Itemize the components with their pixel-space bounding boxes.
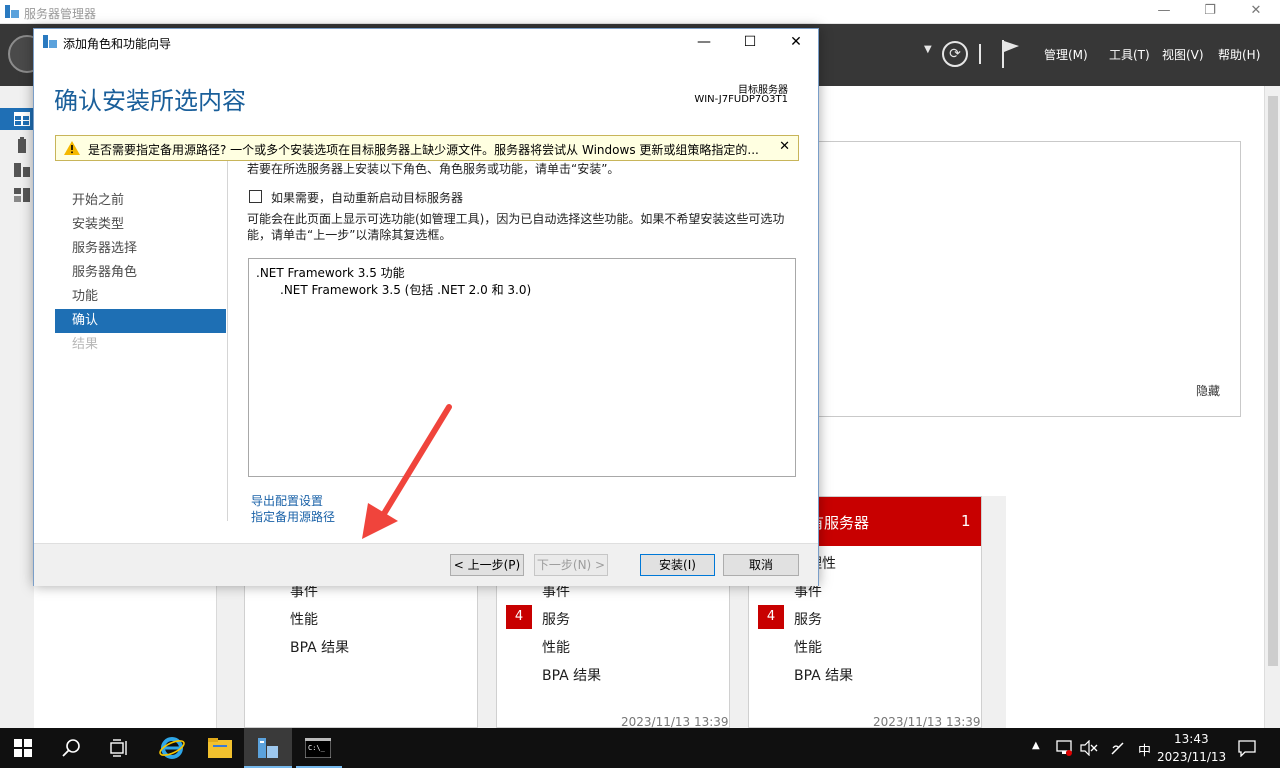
install-button[interactable]: 安装(I) xyxy=(640,554,715,576)
dialog-close-button[interactable]: ✕ xyxy=(773,29,819,57)
server-manager-sidebar xyxy=(0,86,34,728)
file-storage-icon[interactable] xyxy=(14,188,30,202)
dashboard-icon xyxy=(14,112,30,126)
search-icon[interactable] xyxy=(62,738,82,758)
dialog-titlebar: 添加角色和功能向导 — ☐ ✕ xyxy=(34,29,818,57)
command-prompt-icon[interactable]: C:\_ xyxy=(305,738,331,758)
volume-muted-icon[interactable] xyxy=(1080,740,1098,756)
nav-installation-type[interactable]: 安装类型 xyxy=(55,213,226,237)
tile-row-performance[interactable]: 性能 xyxy=(290,609,318,629)
add-roles-wizard-dialog: 添加角色和功能向导 — ☐ ✕ 确认安装所选内容 目标服务器 WIN-J7FUD… xyxy=(33,28,819,586)
file-explorer-icon[interactable] xyxy=(207,737,233,759)
nav-before-you-begin[interactable]: 开始之前 xyxy=(55,189,226,213)
warning-text: 是否需要指定备用源路径? 一个或多个安装选项在目标服务器上缺少源文件。服务器将尝… xyxy=(88,143,759,157)
show-hidden-icons-chevron-icon[interactable]: ▲ xyxy=(1032,740,1040,751)
feature-subitem: .NET Framework 3.5 (包括 .NET 2.0 和 3.0) xyxy=(280,283,532,297)
close-icon[interactable]: ✕ xyxy=(779,139,790,154)
nav-server-selection[interactable]: 服务器选择 xyxy=(55,237,226,261)
next-button: 下一步(N) > xyxy=(534,554,608,576)
hide-welcome-link[interactable]: 隐藏 xyxy=(1196,382,1220,399)
minimize-button[interactable]: — xyxy=(1141,0,1187,24)
vertical-scrollbar[interactable] xyxy=(1264,86,1280,728)
tile-row-bpa[interactable]: BPA 结果 xyxy=(290,637,349,657)
nav-confirmation[interactable]: 确认 xyxy=(55,309,226,333)
notification-center-icon[interactable] xyxy=(1238,739,1256,757)
nav-features[interactable]: 功能 xyxy=(55,285,226,309)
tile-row-services[interactable]: 服务 xyxy=(794,609,822,629)
notification-flag-icon[interactable] xyxy=(1000,40,1020,68)
alert-count-badge: 4 xyxy=(758,605,784,629)
dialog-title: 添加角色和功能向导 xyxy=(63,37,172,51)
all-servers-icon[interactable] xyxy=(14,163,30,177)
cancel-button[interactable]: 取消 xyxy=(723,554,799,576)
start-windows-icon[interactable] xyxy=(14,739,32,757)
wizard-icon xyxy=(43,35,57,48)
welcome-panel xyxy=(808,141,1241,417)
tile-row-performance[interactable]: 性能 xyxy=(542,637,570,657)
dialog-minimize-button[interactable]: — xyxy=(681,29,727,57)
dialog-maximize-button[interactable]: ☐ xyxy=(727,29,773,57)
menu-help[interactable]: 帮助(H) xyxy=(1218,46,1260,63)
intro-text: 若要在所选服务器上安装以下角色、角色服务或功能，请单击“安装”。 xyxy=(247,162,620,176)
feature-item: .NET Framework 3.5 功能 xyxy=(256,266,405,280)
nav-divider xyxy=(227,161,228,521)
clock-date[interactable]: 2023/11/13 xyxy=(1157,750,1226,764)
previous-button[interactable]: < 上一步(P) xyxy=(450,554,524,576)
scrollbar-thumb[interactable] xyxy=(1268,96,1278,666)
server-manager-icon xyxy=(258,738,278,758)
restart-checkbox[interactable] xyxy=(249,190,262,203)
internet-explorer-icon[interactable] xyxy=(159,736,185,760)
warning-icon xyxy=(64,141,80,155)
server-manager-titlebar: 服务器管理器 — ❐ ✕ xyxy=(0,0,1280,24)
tile-row-bpa[interactable]: BPA 结果 xyxy=(794,665,853,685)
dropdown-arrow-icon[interactable]: ▼ xyxy=(924,44,932,55)
tile-header-count: 1 xyxy=(961,512,971,530)
taskbar: C:\_ ▲ 中 13:43 2023/11/13 xyxy=(0,728,1280,768)
sidebar-item-dashboard[interactable] xyxy=(0,108,34,130)
wizard-button-bar: < 上一步(P) 下一步(N) > 安装(I) 取消 xyxy=(34,543,818,586)
alternate-source-warning[interactable]: 是否需要指定备用源路径? 一个或多个安装选项在目标服务器上缺少源文件。服务器将尝… xyxy=(55,135,799,161)
wizard-navigation: 开始之前 安装类型 服务器选择 服务器角色 功能 确认 结果 xyxy=(55,161,227,521)
alert-count-badge: 4 xyxy=(506,605,532,629)
task-view-icon[interactable] xyxy=(110,739,130,757)
network-icon[interactable] xyxy=(1056,740,1072,756)
pen-input-icon[interactable] xyxy=(1110,740,1126,756)
local-server-icon[interactable] xyxy=(18,137,26,153)
selected-features-list[interactable]: .NET Framework 3.5 功能 .NET Framework 3.5… xyxy=(248,258,796,477)
menu-manage[interactable]: 管理(M) xyxy=(1044,46,1088,63)
tile-row-performance[interactable]: 性能 xyxy=(794,637,822,657)
close-button[interactable]: ✕ xyxy=(1233,0,1279,24)
menu-view[interactable]: 视图(V) xyxy=(1162,46,1204,63)
target-server-name: WIN-J7FUDP7O3T1 xyxy=(694,94,788,105)
menu-tools[interactable]: 工具(T) xyxy=(1109,46,1150,63)
optional-features-note: 可能会在此页面上显示可选功能(如管理工具)，因为已自动选择这些功能。如果不希望安… xyxy=(247,212,785,242)
refresh-icon[interactable]: ⟳ xyxy=(942,41,968,67)
annotation-arrow-icon xyxy=(362,404,452,539)
page-title: 确认安装所选内容 xyxy=(54,87,246,115)
restore-button[interactable]: ❐ xyxy=(1187,0,1233,24)
taskbar-server-manager[interactable] xyxy=(244,728,292,768)
clock-time[interactable]: 13:43 xyxy=(1174,732,1209,746)
tile-timestamp: 2023/11/13 13:39 xyxy=(621,715,729,729)
tile-row-bpa[interactable]: BPA 结果 xyxy=(542,665,601,685)
separator xyxy=(979,44,981,64)
restart-checkbox-label[interactable]: 如果需要，自动重新启动目标服务器 xyxy=(271,189,463,206)
window-title: 服务器管理器 xyxy=(24,7,97,21)
nav-results: 结果 xyxy=(72,337,99,352)
tile-timestamp: 2023/11/13 13:39 xyxy=(873,715,981,729)
svg-text:C:\_: C:\_ xyxy=(308,744,326,752)
ime-indicator[interactable]: 中 xyxy=(1138,740,1151,759)
alternate-source-link[interactable]: 指定备用源路径 xyxy=(251,508,335,525)
tile-row-services[interactable]: 服务 xyxy=(542,609,570,629)
server-manager-icon xyxy=(5,5,19,18)
nav-server-roles[interactable]: 服务器角色 xyxy=(55,261,226,285)
export-settings-link[interactable]: 导出配置设置 xyxy=(251,492,323,509)
